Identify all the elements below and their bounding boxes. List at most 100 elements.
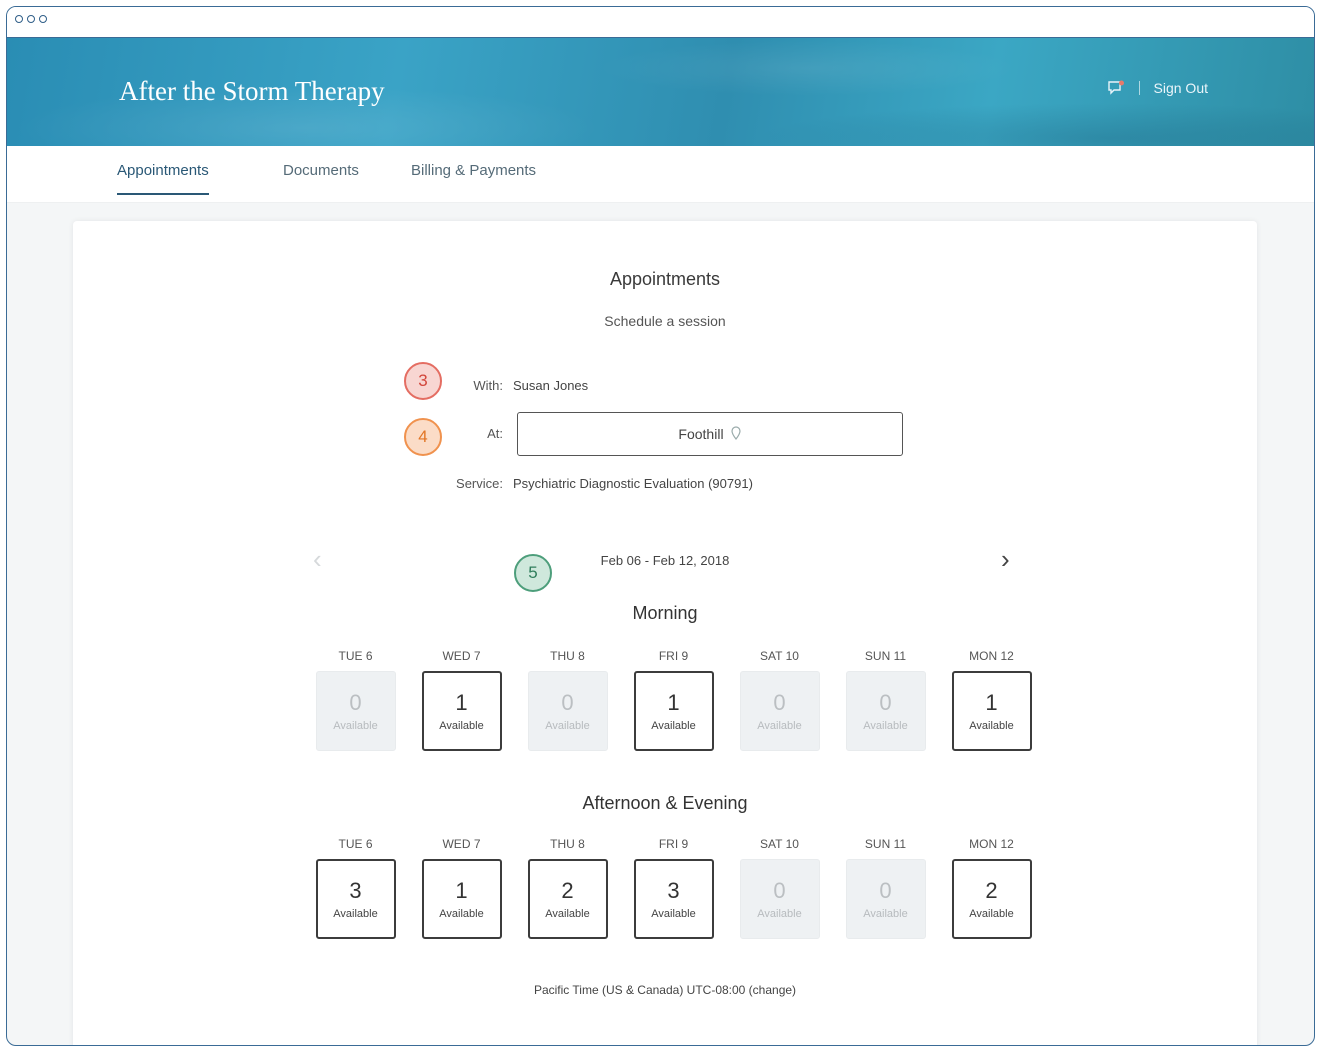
slot-count: 0 — [349, 690, 362, 715]
afternoon-slot-button[interactable]: 1 Available — [421, 859, 502, 939]
morning-title: Morning — [632, 603, 698, 623]
day-label: SUN 11 — [864, 649, 907, 663]
slot-available-label: Available — [757, 908, 802, 920]
step-badge-3: 3 — [404, 362, 442, 400]
morning-day-column: SAT 10 0 Available — [736, 649, 823, 751]
day-label: THU 8 — [550, 837, 585, 851]
site-header: After the Storm Therapy Sign Out — [7, 38, 1314, 146]
day-label: FRI 9 — [658, 649, 689, 663]
morning-day-column: THU 8 0 Available — [524, 649, 611, 751]
morning-day-column: WED 7 1 Available — [418, 649, 505, 751]
slot-available-label: Available — [651, 720, 696, 732]
message-icon[interactable] — [1107, 80, 1125, 96]
afternoon-title: Afternoon & Evening — [582, 793, 748, 813]
day-label: SAT 10 — [760, 649, 799, 663]
sign-out-link[interactable]: Sign Out — [1154, 80, 1208, 96]
day-label: TUE 6 — [338, 649, 373, 663]
afternoon-day-column: SAT 10 0 Available — [736, 837, 823, 939]
morning-slot-button[interactable]: 1 Available — [421, 671, 502, 751]
timezone-text[interactable]: Pacific Time (US & Canada) UTC-08:00 (ch… — [73, 983, 1257, 997]
slot-available-label: Available — [863, 720, 908, 732]
brand-title[interactable]: After the Storm Therapy — [119, 76, 385, 107]
day-label: SUN 11 — [864, 837, 907, 851]
window-dot[interactable] — [15, 15, 23, 23]
header-actions: Sign Out — [1107, 80, 1208, 96]
afternoon-slots: TUE 6 3 Available WED 7 1 Available THU 8 2 Avai… — [312, 837, 1035, 939]
afternoon-slot-button[interactable]: 3 Available — [315, 859, 396, 939]
date-range: Feb 06 - Feb 12, 2018 — [600, 553, 730, 568]
morning-slot-button[interactable]: 1 Available — [951, 671, 1032, 751]
tab-appointments[interactable]: Appointments — [117, 162, 209, 195]
afternoon-slot-button[interactable]: 2 Available — [527, 859, 608, 939]
slot-count: 0 — [773, 690, 786, 715]
day-label: THU 8 — [550, 649, 585, 663]
slot-available-label: Available — [545, 720, 590, 732]
day-label: MON 12 — [969, 837, 1014, 851]
tab-bar: Appointments Documents Billing & Payment… — [7, 146, 1314, 203]
location-select[interactable]: Foothill — [517, 412, 903, 456]
page-subtitle: Schedule a session — [604, 313, 726, 329]
afternoon-day-column: TUE 6 3 Available — [312, 837, 399, 939]
slot-available-label: Available — [969, 908, 1014, 920]
at-label: At: — [487, 426, 503, 441]
morning-slots: TUE 6 0 Available WED 7 1 Available THU 8 0 Avai… — [312, 649, 1035, 751]
morning-day-column: TUE 6 0 Available — [312, 649, 399, 751]
window-titlebar — [7, 7, 1314, 38]
afternoon-day-column: MON 12 2 Available — [948, 837, 1035, 939]
afternoon-slot-button[interactable]: 3 Available — [633, 859, 714, 939]
day-label: TUE 6 — [338, 837, 373, 851]
afternoon-slot-button[interactable]: 2 Available — [951, 859, 1032, 939]
chevron-right-icon: › — [1001, 544, 1010, 574]
window-dot[interactable] — [39, 15, 47, 23]
tab-billing-payments[interactable]: Billing & Payments — [411, 162, 536, 193]
service-label: Service: — [456, 476, 503, 491]
service-value: Psychiatric Diagnostic Evaluation (90791… — [513, 476, 753, 491]
slot-available-label: Available — [969, 720, 1014, 732]
slot-count: 2 — [561, 878, 574, 903]
slot-available-label: Available — [863, 908, 908, 920]
morning-slot-button: 0 Available — [739, 671, 820, 751]
slot-count: 0 — [561, 690, 574, 715]
slot-count: 0 — [773, 878, 786, 903]
slot-available-label: Available — [439, 908, 484, 920]
day-label: WED 7 — [442, 837, 481, 851]
morning-day-column: SUN 11 0 Available — [842, 649, 929, 751]
slot-available-label: Available — [757, 720, 802, 732]
slot-count: 3 — [667, 878, 680, 903]
window-controls — [15, 15, 47, 23]
afternoon-slot-button: 0 Available — [739, 859, 820, 939]
morning-slot-button[interactable]: 1 Available — [633, 671, 714, 751]
tab-documents[interactable]: Documents — [283, 162, 359, 193]
morning-slot-button: 0 Available — [315, 671, 396, 751]
afternoon-day-column: THU 8 2 Available — [524, 837, 611, 939]
slot-count: 3 — [349, 878, 362, 903]
slot-available-label: Available — [333, 720, 378, 732]
afternoon-day-column: FRI 9 3 Available — [630, 837, 717, 939]
location-value: Foothill — [678, 426, 724, 442]
slot-available-label: Available — [333, 908, 378, 920]
day-label: WED 7 — [442, 649, 481, 663]
morning-slot-button: 0 Available — [845, 671, 926, 751]
window-dot[interactable] — [27, 15, 35, 23]
afternoon-day-column: WED 7 1 Available — [418, 837, 505, 939]
slot-count: 1 — [985, 690, 998, 715]
slot-available-label: Available — [439, 720, 484, 732]
slot-count: 1 — [455, 878, 468, 903]
slot-count: 1 — [455, 690, 468, 715]
slot-count: 0 — [879, 690, 892, 715]
slot-count: 2 — [985, 878, 998, 903]
page-title: Appointments — [609, 269, 721, 289]
step-badge-4: 4 — [404, 418, 442, 456]
morning-day-column: MON 12 1 Available — [948, 649, 1035, 751]
appointments-card: Appointments Schedule a session 3 With: … — [73, 221, 1257, 1045]
day-label: SAT 10 — [760, 837, 799, 851]
slot-available-label: Available — [545, 908, 590, 920]
afternoon-slot-button: 0 Available — [845, 859, 926, 939]
browser-window: After the Storm Therapy Sign Out Appoint… — [6, 6, 1315, 1046]
next-week-button[interactable]: › — [1001, 544, 1010, 575]
afternoon-day-column: SUN 11 0 Available — [842, 837, 929, 939]
with-label: With: — [473, 378, 503, 393]
location-pin-icon — [730, 425, 742, 443]
morning-day-column: FRI 9 1 Available — [630, 649, 717, 751]
slot-count: 1 — [667, 690, 680, 715]
